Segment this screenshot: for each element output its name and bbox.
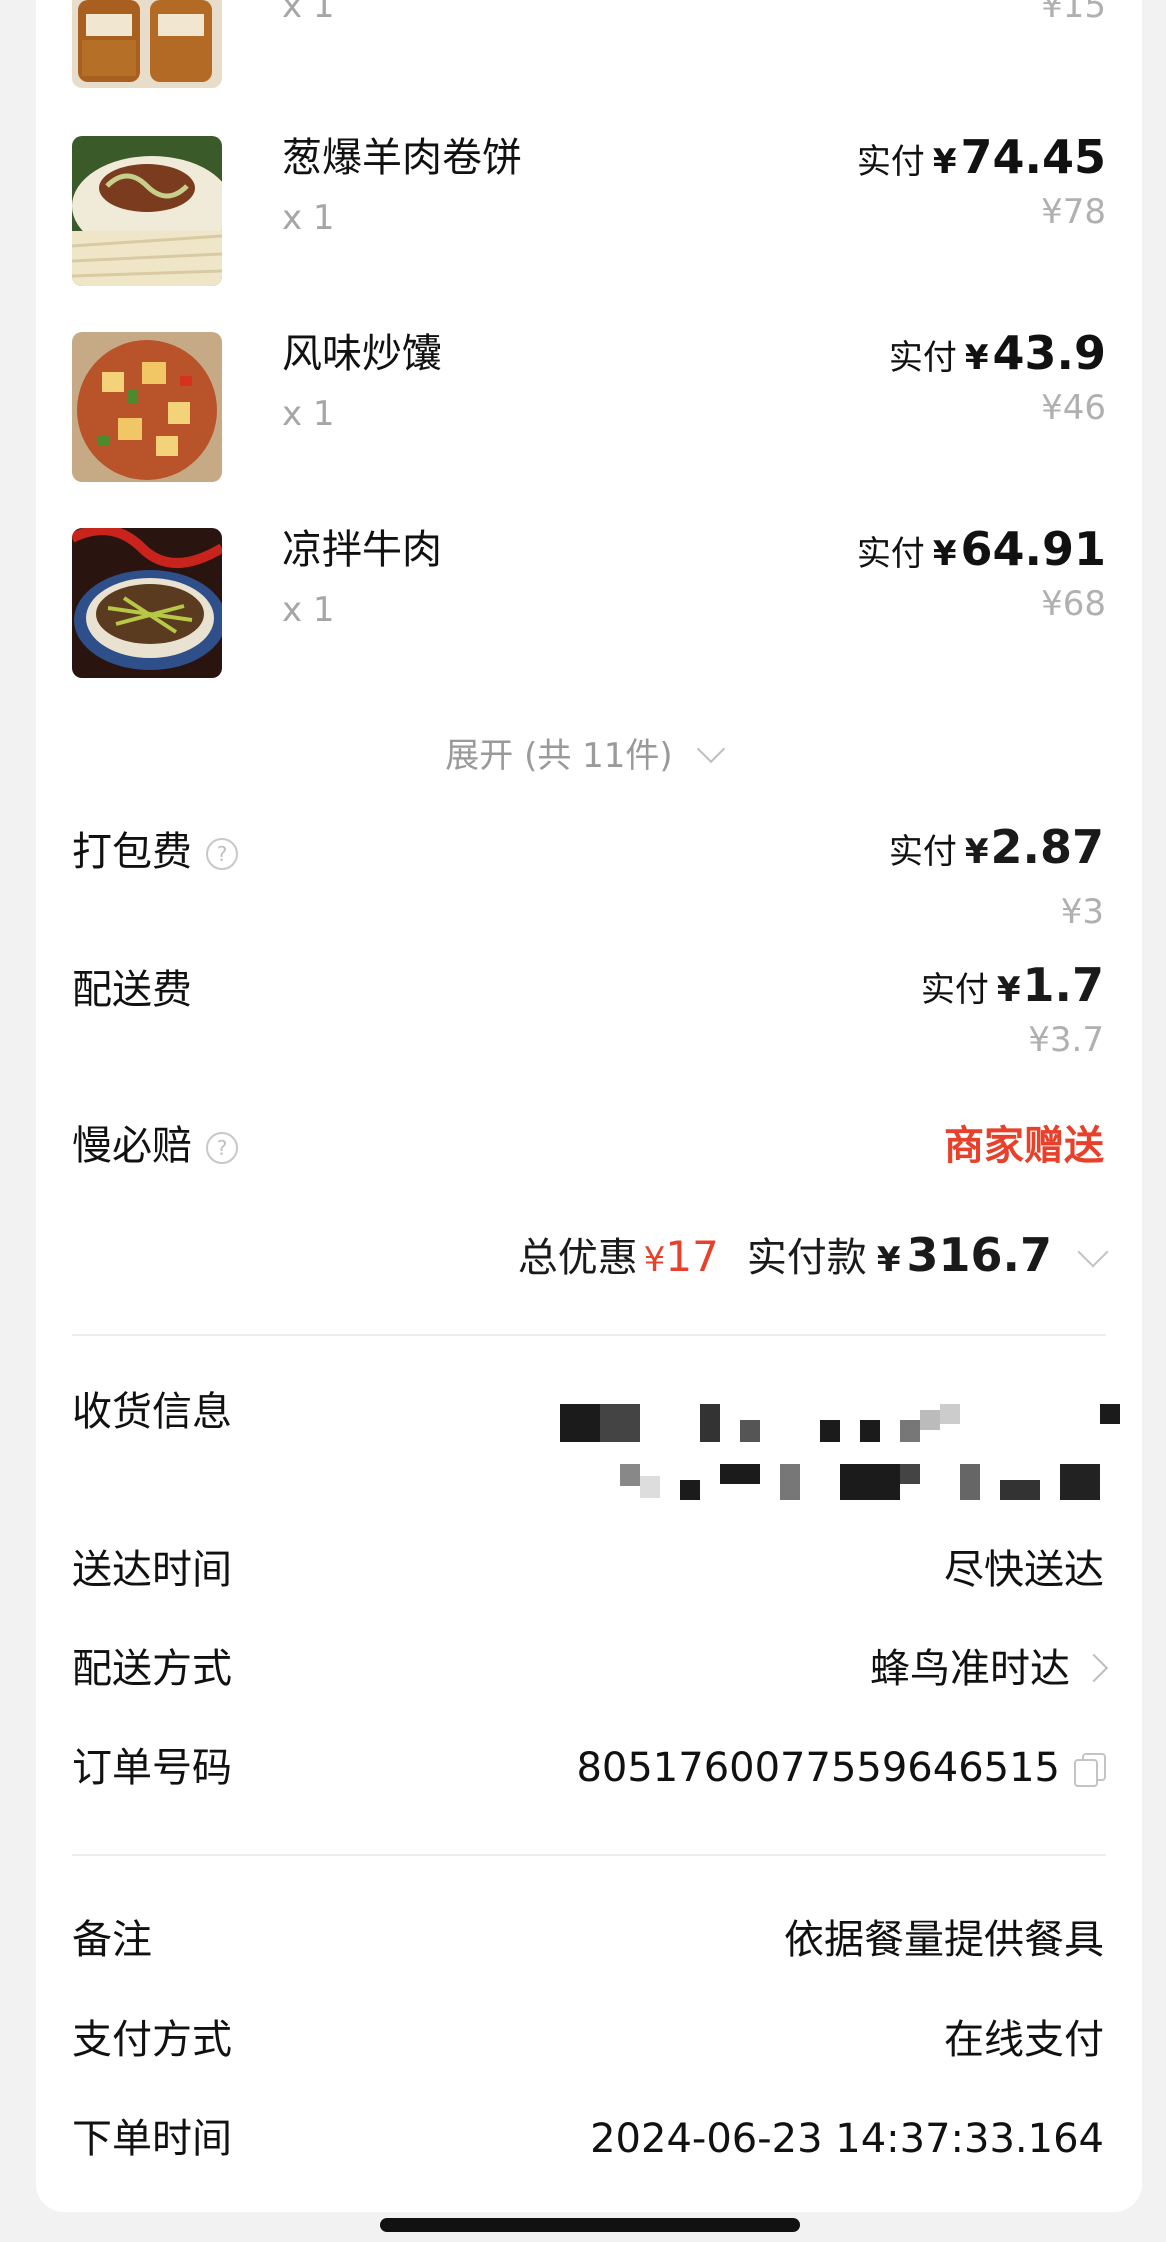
paid-total-label: 实付款: [746, 1235, 867, 1281]
packing-fee-original: ¥3: [1060, 892, 1104, 932]
order-number-text: 8051760077559646515: [576, 1745, 1060, 1791]
item-name: 葱爆羊肉卷饼: [282, 135, 522, 181]
order-total-summary[interactable]: 总优惠 ¥17 实付款 ¥316.7: [517, 1225, 1109, 1283]
item-original-price: ¥15: [1041, 0, 1106, 26]
packing-fee-paid: 实付 ¥2.87: [889, 820, 1104, 874]
paid-amount: 2.87: [990, 820, 1105, 874]
item-paid-price: 实付 ¥64.91: [857, 522, 1106, 576]
item-quantity: x 1: [282, 394, 335, 434]
packing-fee-text: 打包费: [72, 829, 192, 875]
arrive-time-value: 尽快送达: [944, 1547, 1104, 1593]
arrive-time-label: 送达时间: [72, 1547, 232, 1593]
currency-symbol: ¥: [932, 142, 957, 182]
item-name: 凉拌牛肉: [282, 527, 442, 573]
receive-info-label: 收货信息: [72, 1389, 232, 1435]
paid-total-amount: 316.7: [906, 1228, 1052, 1282]
paid-label: 实付: [856, 142, 925, 182]
chevron-down-icon: [696, 734, 725, 764]
item-quantity: x 1: [282, 590, 335, 630]
currency-symbol: ¥: [643, 1240, 666, 1280]
paid-label: 实付: [888, 832, 957, 872]
cold-beef-photo: [72, 528, 222, 678]
list-item[interactable]: 凉拌牛肉 x 1 实付 ¥64.91 ¥68: [72, 522, 1106, 678]
item-quantity: x 1: [282, 198, 335, 238]
section-divider: [72, 1854, 1106, 1856]
delivery-method-text: 蜂鸟准时达: [870, 1646, 1070, 1692]
item-original-price: ¥78: [1041, 192, 1106, 232]
paid-amount: 74.45: [960, 130, 1106, 184]
item-quantity: x 1: [282, 0, 335, 26]
late-compensation-label: 慢必赔?: [72, 1120, 238, 1172]
expand-label: 展开 (共 11件): [445, 736, 673, 776]
item-name: 风味炒馕: [282, 331, 442, 377]
delivery-fee-paid: 实付 ¥1.7: [921, 958, 1104, 1012]
delivery-method-label: 配送方式: [72, 1646, 232, 1692]
payment-method-label: 支付方式: [72, 2017, 232, 2063]
paid-amount: 43.9: [992, 326, 1107, 380]
paid-label: 实付: [856, 534, 925, 574]
note-label: 备注: [72, 1917, 152, 1963]
item-paid-price: 实付 ¥74.45: [857, 130, 1106, 184]
paid-label: 实付: [920, 970, 989, 1010]
delivery-fee-original: ¥3.7: [1028, 1020, 1104, 1060]
fried-naan-photo: [72, 332, 222, 482]
late-compensation-value: 商家赠送: [944, 1123, 1104, 1169]
delivery-method-value[interactable]: 蜂鸟准时达: [870, 1643, 1109, 1695]
discount-label: 总优惠: [517, 1235, 638, 1281]
list-item[interactable]: 风味炒馕 x 1 实付 ¥43.9 ¥46: [72, 326, 1106, 482]
copy-icon[interactable]: [1074, 1753, 1106, 1787]
order-time-label: 下单时间: [72, 2116, 232, 2162]
chevron-right-icon: [1079, 1653, 1109, 1683]
expand-items-button[interactable]: 展开 (共 11件): [0, 728, 1166, 777]
order-number-label: 订单号码: [72, 1745, 232, 1791]
discount-amount: 17: [665, 1232, 719, 1281]
currency-symbol: ¥: [932, 534, 957, 574]
item-paid-price: 实付 ¥43.9: [889, 326, 1106, 380]
currency-symbol: ¥: [964, 832, 989, 872]
lamb-wrap-photo: [72, 136, 222, 286]
paid-label: 实付: [888, 338, 957, 378]
help-icon[interactable]: ?: [206, 838, 238, 870]
section-divider: [72, 1334, 1106, 1336]
order-time-value: 2024-06-23 14:37:33.164: [590, 2116, 1104, 2162]
currency-symbol: ¥: [876, 1240, 901, 1280]
order-number-value: 8051760077559646515: [576, 1742, 1106, 1794]
currency-symbol: ¥: [964, 338, 989, 378]
item-original-price: ¥46: [1041, 388, 1106, 428]
chevron-down-icon: [1077, 1236, 1109, 1268]
paid-amount: 64.91: [960, 522, 1106, 576]
list-item[interactable]: 葱爆羊肉卷饼 x 1 实付 ¥74.45 ¥78: [72, 130, 1106, 286]
redacted-address: [560, 1400, 1160, 1510]
help-icon[interactable]: ?: [206, 1132, 238, 1164]
delivery-fee-label: 配送费: [72, 967, 192, 1013]
packing-fee-label: 打包费?: [72, 826, 238, 878]
honey-jars-photo: [72, 0, 222, 88]
item-original-price: ¥68: [1041, 584, 1106, 624]
list-item[interactable]: x 1 ¥15: [72, 0, 1106, 150]
note-value: 依据餐量提供餐具: [784, 1917, 1104, 1963]
paid-amount: 1.7: [1022, 958, 1105, 1012]
late-compensation-text: 慢必赔: [72, 1123, 192, 1169]
payment-method-value: 在线支付: [944, 2017, 1104, 2063]
currency-symbol: ¥: [996, 970, 1021, 1010]
home-indicator[interactable]: [380, 2218, 800, 2232]
